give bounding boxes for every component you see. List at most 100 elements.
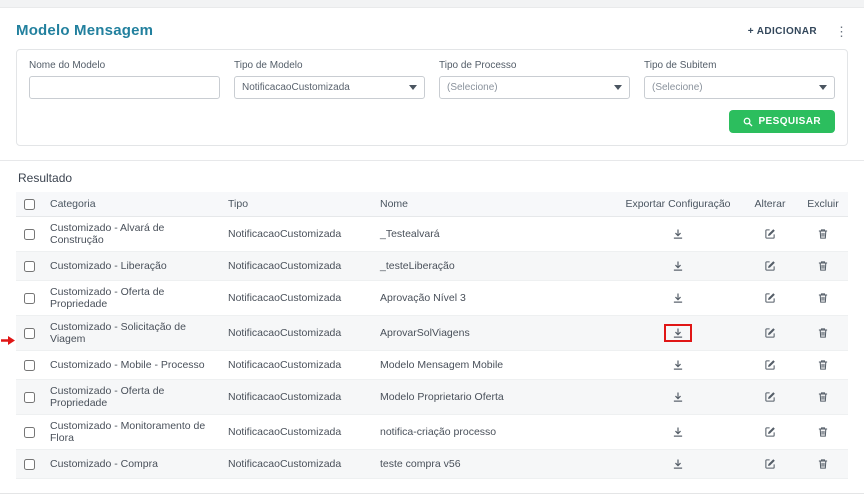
delete-button[interactable] [809, 225, 837, 243]
cell-categoria: Customizado - Oferta de Propriedade [42, 280, 220, 316]
trash-icon [817, 260, 829, 275]
row-checkbox[interactable] [24, 391, 35, 403]
table-row: Customizado - Alvará de Construção Notif… [16, 216, 848, 252]
download-button[interactable] [664, 289, 692, 307]
download-button[interactable] [664, 225, 692, 243]
edit-icon [764, 359, 776, 374]
delete-button[interactable] [809, 324, 837, 342]
cell-tipo: NotificacaoCustomizada [220, 216, 372, 252]
cell-nome: notifica-criação processo [372, 414, 614, 450]
caret-down-icon [614, 85, 622, 90]
row-checkbox[interactable] [24, 228, 35, 240]
row-checkbox[interactable] [24, 327, 35, 339]
cell-tipo: NotificacaoCustomizada [220, 251, 372, 281]
cell-nome: _testeLiberação [372, 251, 614, 281]
download-icon [672, 458, 684, 473]
tipo-de-processo-select[interactable]: (Selecione) [439, 76, 630, 99]
search-button[interactable]: PESQUISAR [729, 110, 835, 133]
search-icon [743, 117, 753, 127]
edit-button[interactable] [756, 455, 784, 473]
download-icon [672, 228, 684, 243]
download-button[interactable] [664, 455, 692, 473]
results-section: Resultado Categoria Tipo Nome Exportar C… [0, 161, 864, 479]
cell-nome: Modelo Mensagem Mobile [372, 350, 614, 380]
delete-button[interactable] [809, 455, 837, 473]
download-button[interactable] [664, 257, 692, 275]
cell-tipo: NotificacaoCustomizada [220, 414, 372, 450]
edit-button[interactable] [756, 225, 784, 243]
edit-button[interactable] [756, 388, 784, 406]
cell-nome: _Testealvará [372, 216, 614, 252]
delete-button[interactable] [809, 257, 837, 275]
delete-button[interactable] [809, 388, 837, 406]
results-title: Resultado [18, 171, 73, 185]
trash-icon [817, 458, 829, 473]
download-icon [672, 426, 684, 441]
tipo-de-modelo-select[interactable]: NotificacaoCustomizada [234, 76, 425, 99]
row-checkbox[interactable] [24, 292, 35, 304]
edit-icon [764, 260, 776, 275]
nome-do-modelo-input[interactable] [29, 76, 220, 99]
column-header-alterar: Alterar [742, 192, 798, 217]
cell-categoria: Customizado - Alvará de Construção [42, 216, 220, 252]
cell-tipo: NotificacaoCustomizada [220, 350, 372, 380]
row-checkbox[interactable] [24, 359, 35, 371]
download-button[interactable] [664, 356, 692, 374]
vertical-ellipsis-icon: ⋮ [835, 23, 848, 39]
delete-button[interactable] [809, 356, 837, 374]
delete-button[interactable] [809, 289, 837, 307]
filter-actions: PESQUISAR [29, 110, 835, 133]
results-table-body: Customizado - Alvará de Construção Notif… [16, 216, 848, 479]
cell-tipo: NotificacaoCustomizada [220, 449, 372, 479]
caret-down-icon [819, 85, 827, 90]
edit-icon [764, 292, 776, 307]
add-button[interactable]: + ADICIONAR [744, 24, 821, 39]
edit-button[interactable] [756, 257, 784, 275]
delete-button[interactable] [809, 423, 837, 441]
filter-panel: Nome do Modelo Tipo de Modelo Notificaca… [16, 49, 848, 146]
table-row: Customizado - Solicitação de Viagem Noti… [16, 315, 848, 351]
field-tipo-de-subitem: Tipo de Subitem (Selecione) [644, 60, 835, 99]
cell-tipo: NotificacaoCustomizada [220, 315, 372, 351]
table-row: Customizado - Compra NotificacaoCustomiz… [16, 449, 848, 479]
tipo-de-subitem-select[interactable]: (Selecione) [644, 76, 835, 99]
table-row: Customizado - Liberação NotificacaoCusto… [16, 251, 848, 281]
main-card: Modelo Mensagem + ADICIONAR ⋮ Nome do Mo… [0, 7, 864, 494]
search-button-label: PESQUISAR [758, 116, 821, 127]
cell-categoria: Customizado - Monitoramento de Flora [42, 414, 220, 450]
download-button[interactable] [664, 388, 692, 406]
edit-button[interactable] [756, 356, 784, 374]
cell-nome: AprovarSolViagens [372, 315, 614, 351]
download-button[interactable] [664, 423, 692, 441]
column-header-nome: Nome [372, 192, 614, 217]
table-header-row: Categoria Tipo Nome Exportar Configuraçã… [16, 192, 848, 217]
field-nome-do-modelo: Nome do Modelo [29, 60, 220, 99]
trash-icon [817, 228, 829, 243]
tipo-de-processo-label: Tipo de Processo [439, 60, 517, 71]
trash-icon [817, 391, 829, 406]
more-options-button[interactable]: ⋮ [833, 23, 850, 39]
column-header-categoria: Categoria [42, 192, 220, 217]
cell-categoria: Customizado - Liberação [42, 251, 220, 281]
row-checkbox[interactable] [24, 260, 35, 272]
download-icon [672, 391, 684, 406]
tipo-de-modelo-value: NotificacaoCustomizada [242, 82, 350, 93]
edit-button[interactable] [756, 324, 784, 342]
cell-nome: Aprovação Nível 3 [372, 280, 614, 316]
edit-icon [764, 391, 776, 406]
edit-button[interactable] [756, 289, 784, 307]
edit-icon [764, 228, 776, 243]
row-checkbox[interactable] [24, 458, 35, 470]
trash-icon [817, 327, 829, 342]
table-row: Customizado - Mobile - Processo Notifica… [16, 350, 848, 380]
select-all-checkbox[interactable] [24, 198, 35, 210]
download-button[interactable] [664, 324, 692, 342]
page-title: Modelo Mensagem [16, 22, 154, 39]
nome-do-modelo-label: Nome do Modelo [29, 60, 106, 71]
edit-button[interactable] [756, 423, 784, 441]
row-checkbox[interactable] [24, 426, 35, 438]
trash-icon [817, 426, 829, 441]
download-icon [672, 260, 684, 275]
tipo-de-subitem-label: Tipo de Subitem [644, 60, 717, 71]
download-icon [672, 327, 684, 342]
